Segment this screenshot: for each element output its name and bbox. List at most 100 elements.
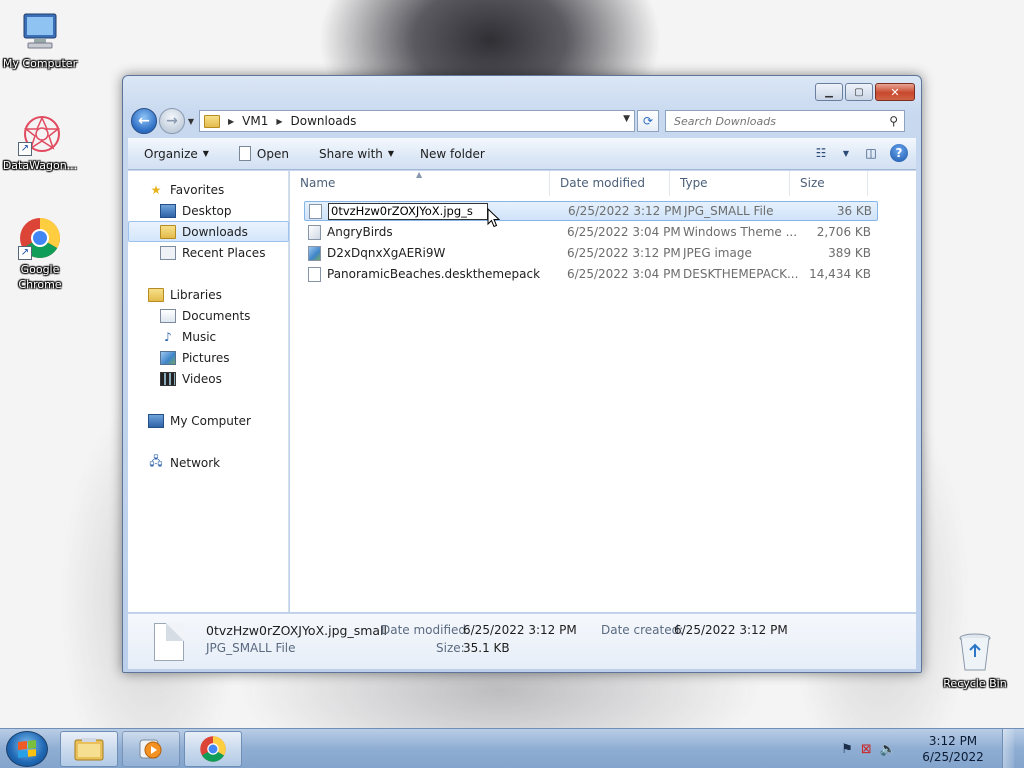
- desktop-icon-my-computer[interactable]: My Computer: [0, 10, 80, 71]
- file-row[interactable]: D2xDqnxXgAERi9W 6/25/2022 3:12 PM JPEG i…: [304, 243, 878, 263]
- organize-menu[interactable]: Organize ▼: [136, 143, 217, 165]
- details-size-label: Size:: [436, 641, 465, 655]
- chevron-right-icon[interactable]: ▶: [276, 117, 282, 126]
- change-view-button[interactable]: ☷: [810, 142, 832, 164]
- taskbar-explorer[interactable]: [60, 731, 118, 767]
- rename-input[interactable]: [328, 202, 488, 220]
- nav-music[interactable]: ♪ Music: [128, 326, 289, 347]
- new-folder-button[interactable]: New folder: [412, 143, 493, 165]
- view-controls: ☷ ▼ ◫ ?: [810, 142, 908, 164]
- search-icon[interactable]: ⚲: [889, 114, 898, 128]
- search-box[interactable]: ⚲: [665, 110, 905, 132]
- view-options-dropdown[interactable]: ▼: [840, 142, 852, 164]
- desktop-icon-label: DataWagon...: [2, 159, 78, 172]
- folder-icon: [204, 114, 220, 128]
- file-date: 6/25/2022 3:12 PM: [567, 246, 681, 260]
- details-size: 35.1 KB: [463, 641, 510, 655]
- help-button[interactable]: ?: [890, 144, 908, 162]
- share-with-menu[interactable]: Share with ▼: [311, 143, 402, 165]
- details-view-icon: ☷: [815, 146, 827, 160]
- downloads-folder-icon: [160, 224, 176, 239]
- file-date: 6/25/2022 3:04 PM: [567, 225, 681, 239]
- file-date: 6/25/2022 3:12 PM: [568, 204, 682, 218]
- action-center-icon[interactable]: ⚑: [841, 742, 853, 757]
- file-row[interactable]: 6/25/2022 3:12 PM JPG_SMALL File 36 KB: [304, 201, 878, 221]
- desktop-icon-google-chrome[interactable]: ↗ Google Chrome: [0, 216, 80, 292]
- file-name: AngryBirds: [327, 225, 393, 239]
- column-name[interactable]: ▲ Name: [290, 170, 550, 196]
- file-type: JPG_SMALL File: [684, 204, 774, 218]
- pictures-icon: [160, 350, 176, 365]
- network-status-icon[interactable]: ⊠: [861, 742, 872, 757]
- details-date-modified-label: Date modified:: [381, 623, 471, 637]
- nav-network[interactable]: 🖧 Network: [128, 452, 289, 473]
- star-icon: ★: [150, 182, 162, 197]
- recent-pages-dropdown[interactable]: ▼: [185, 117, 197, 126]
- search-input[interactable]: [674, 114, 874, 128]
- column-size[interactable]: Size: [790, 171, 868, 196]
- address-bar[interactable]: ▶ VM1 ▶ Downloads ▼: [199, 110, 635, 132]
- breadcrumb-vm1[interactable]: VM1: [242, 114, 268, 128]
- nav-documents[interactable]: Documents: [128, 305, 289, 326]
- taskbar-chrome[interactable]: [184, 731, 242, 767]
- mouse-pointer-icon: [487, 208, 501, 228]
- desktop-icon-datawagon[interactable]: ↗ DataWagon...: [0, 112, 80, 173]
- taskbar-media-player[interactable]: [122, 731, 180, 767]
- file-icon: [308, 266, 321, 282]
- chrome-icon: [200, 736, 226, 762]
- details-date-created: 6/25/2022 3:12 PM: [674, 623, 788, 637]
- shortcut-arrow-icon: ↗: [18, 246, 32, 260]
- nav-favorites[interactable]: ★ Favorites: [128, 179, 289, 200]
- open-button[interactable]: Open: [231, 142, 297, 165]
- maximize-button[interactable]: ▢: [845, 83, 873, 101]
- file-size: 389 KB: [828, 246, 871, 260]
- nav-desktop[interactable]: Desktop: [128, 200, 289, 221]
- nav-recent-places[interactable]: Recent Places: [128, 242, 289, 263]
- windows-logo-icon: [18, 740, 36, 758]
- help-icon: ?: [895, 146, 903, 160]
- chevron-down-icon: ▼: [387, 149, 395, 158]
- back-button[interactable]: ←: [131, 108, 157, 134]
- file-row[interactable]: PanoramicBeaches.deskthemepack 6/25/2022…: [304, 264, 878, 284]
- nav-videos[interactable]: Videos: [128, 368, 289, 389]
- arrow-right-icon: →: [166, 113, 178, 129]
- breadcrumb-downloads[interactable]: Downloads: [291, 114, 357, 128]
- file-row[interactable]: AngryBirds 6/25/2022 3:04 PM Windows The…: [304, 222, 878, 242]
- details-date-created-label: Date created:: [601, 623, 684, 637]
- nav-my-computer[interactable]: My Computer: [128, 410, 289, 431]
- column-type[interactable]: Type: [670, 171, 790, 196]
- file-type: DESKTHEMEPACK...: [683, 267, 799, 281]
- forward-button[interactable]: →: [159, 108, 185, 134]
- caption-buttons: ▁ ▢ ✕: [815, 83, 915, 101]
- desktop-icon-recycle-bin[interactable]: Recycle Bin: [935, 630, 1015, 691]
- show-desktop-button[interactable]: [1002, 729, 1014, 768]
- nav-pictures[interactable]: Pictures: [128, 347, 289, 368]
- music-icon: ♪: [164, 329, 172, 344]
- refresh-button[interactable]: ⟳: [637, 110, 659, 132]
- clock[interactable]: 3:12 PM 6/25/2022: [918, 733, 988, 765]
- file-thumbnail-icon: [154, 623, 184, 661]
- volume-icon[interactable]: 🔈: [880, 742, 896, 757]
- address-dropdown-icon[interactable]: ▼: [623, 114, 630, 124]
- start-button[interactable]: [6, 731, 48, 767]
- nav-downloads[interactable]: Downloads: [128, 221, 289, 242]
- desktop-icon: [160, 203, 176, 218]
- system-tray: ⚑ ⊠ 🔈 3:12 PM 6/25/2022: [841, 729, 1014, 768]
- details-date-modified: 6/25/2022 3:12 PM: [463, 623, 577, 637]
- computer-icon: [148, 413, 164, 428]
- videos-icon: [160, 371, 176, 386]
- column-date-modified[interactable]: Date modified: [550, 171, 670, 196]
- minimize-button[interactable]: ▁: [815, 83, 843, 101]
- documents-icon: [160, 308, 176, 323]
- preview-pane-button[interactable]: ◫: [860, 142, 882, 164]
- file-type: Windows Theme ...: [683, 225, 798, 239]
- chevron-right-icon[interactable]: ▶: [228, 117, 234, 126]
- arrow-left-icon: ←: [138, 113, 150, 129]
- nav-libraries[interactable]: Libraries: [128, 284, 289, 305]
- details-pane: 0tvzHzw0rZOXJYoX.jpg_small JPG_SMALL Fil…: [128, 613, 916, 669]
- libraries-icon: [148, 287, 164, 302]
- close-button[interactable]: ✕: [875, 83, 915, 101]
- desktop-icon-label: Google Chrome: [18, 263, 62, 291]
- file-date: 6/25/2022 3:04 PM: [567, 267, 681, 281]
- chevron-down-icon: ▼: [842, 148, 850, 158]
